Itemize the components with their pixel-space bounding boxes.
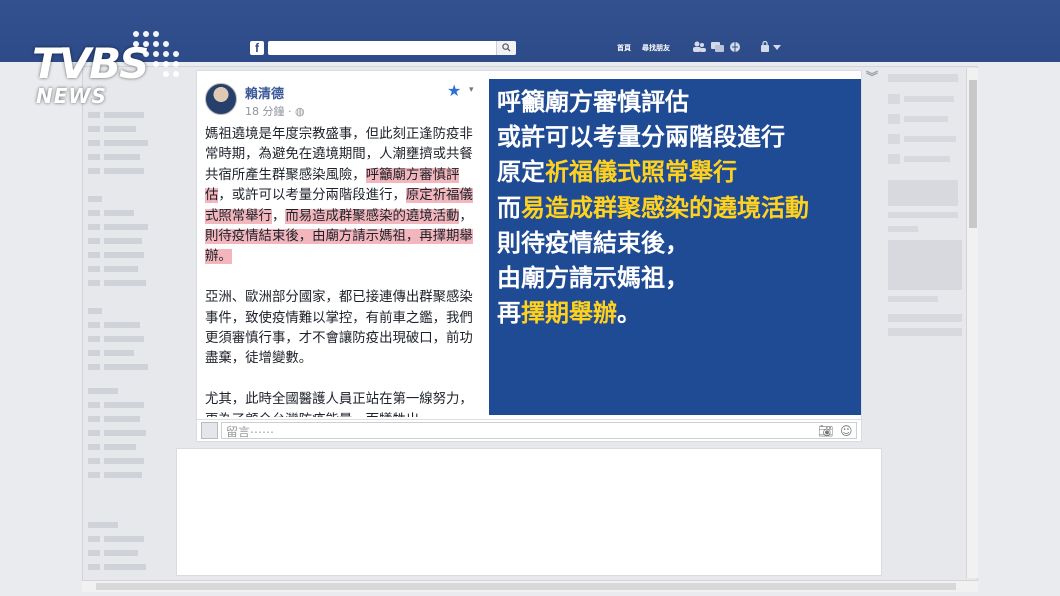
notifications-globe-icon[interactable]: [729, 41, 741, 53]
account-menu-chevron-down-icon[interactable]: [773, 45, 781, 50]
author-avatar[interactable]: [205, 83, 237, 115]
emoji-icon[interactable]: ☺: [840, 424, 853, 438]
post-paragraph-2: 亞洲、歐洲部分國家，都已接連傳出群聚感染事件，致使疫情難以掌控，有前車之鑑，我們…: [205, 290, 473, 367]
image-line-6: 由廟方請示媽祖，: [497, 264, 689, 293]
text-segment: ，或許可以考量分兩階段進行，: [218, 188, 406, 204]
text-segment: ，: [459, 208, 473, 224]
horizontal-scrollbar[interactable]: [82, 580, 978, 592]
image-line-1: 呼籲廟方審慎評估: [497, 88, 689, 116]
horizontal-scroll-thumb[interactable]: [96, 583, 956, 590]
next-post-card: [176, 448, 882, 576]
image-line-3: 原定祈福儀式照常舉行: [497, 158, 737, 187]
right-column-blurred: [884, 70, 964, 570]
star-icon[interactable]: ★: [447, 81, 461, 100]
privacy-shortcuts-icon[interactable]: [760, 41, 770, 53]
collapse-chevron-icon[interactable]: ︾: [866, 68, 878, 85]
tvbs-news-text: NEWS: [36, 84, 107, 108]
search-icon: [502, 43, 511, 52]
post-meta: 18 分鐘 · ◍: [245, 103, 305, 119]
post-options-chevron-down-icon[interactable]: ▾: [469, 85, 474, 95]
facebook-logo-icon[interactable]: f: [250, 41, 264, 55]
image-line-7: 再擇期舉辦。: [497, 299, 641, 328]
post-author-name[interactable]: 賴清德: [245, 83, 284, 102]
post-timestamp[interactable]: 18 分鐘 ·: [245, 105, 292, 118]
comment-placeholder: 留言⋯⋯: [226, 425, 275, 439]
post-body: 媽祖遶境是年度宗教盛事，但此刻正逢防疫非常時期，為避免在遶境期間，人潮壅擠或共餐…: [205, 125, 479, 417]
text-segment: ，: [271, 208, 286, 224]
friend-requests-icon[interactable]: [692, 41, 706, 53]
camera-icon[interactable]: 📷︎: [818, 424, 833, 438]
post-paragraph-1: 媽祖遶境是年度宗教盛事，但此刻正逢防疫非常時期，為避免在遶境期間，人潮壅擠或共餐…: [205, 125, 479, 268]
nav-find-friends-link[interactable]: 尋找朋友: [642, 43, 670, 53]
image-line-2: 或許可以考量分兩階段進行: [497, 123, 785, 152]
public-globe-icon: ◍: [295, 105, 305, 118]
messages-icon[interactable]: [711, 41, 724, 53]
post-paragraph-3: 尤其，此時全國醫護人員正站在第一線努力，更為了顧全台灣防疫能量，而犧牲出: [205, 392, 473, 417]
comment-bar: 留言⋯⋯ 📷︎ ☺: [197, 419, 861, 441]
commenter-avatar: [201, 422, 218, 439]
search-input[interactable]: [268, 41, 516, 55]
vertical-scroll-thumb[interactable]: [969, 80, 977, 228]
search-button[interactable]: [496, 41, 516, 55]
nav-home-link[interactable]: 首頁: [617, 43, 631, 53]
facebook-post: 賴清德 18 分鐘 · ◍ ★ ▾ 媽祖遶境是年度宗教盛事，但此刻正逢防疫非常時…: [196, 70, 862, 442]
image-line-5: 則待疫情結束後，: [497, 228, 689, 257]
highlighted-text-segment: 而易造成群聚感染的遶境活動: [285, 208, 460, 224]
tvbs-dots-icon: [133, 31, 179, 77]
highlighted-text-segment: 則待疫情結束後，由廟方請示媽祖，再擇期舉辦。: [205, 229, 473, 265]
tvbs-news-logo: TVBS NEWS: [32, 31, 192, 112]
vertical-scrollbar[interactable]: [966, 68, 978, 578]
image-line-4: 而易造成群聚感染的遶境活動: [497, 193, 809, 222]
post-image-text-card[interactable]: 呼籲廟方審慎評估 或許可以考量分兩階段進行 原定祈福儀式照常舉行 而易造成群聚感…: [489, 79, 861, 415]
comment-input[interactable]: 留言⋯⋯ 📷︎ ☺: [221, 422, 857, 439]
